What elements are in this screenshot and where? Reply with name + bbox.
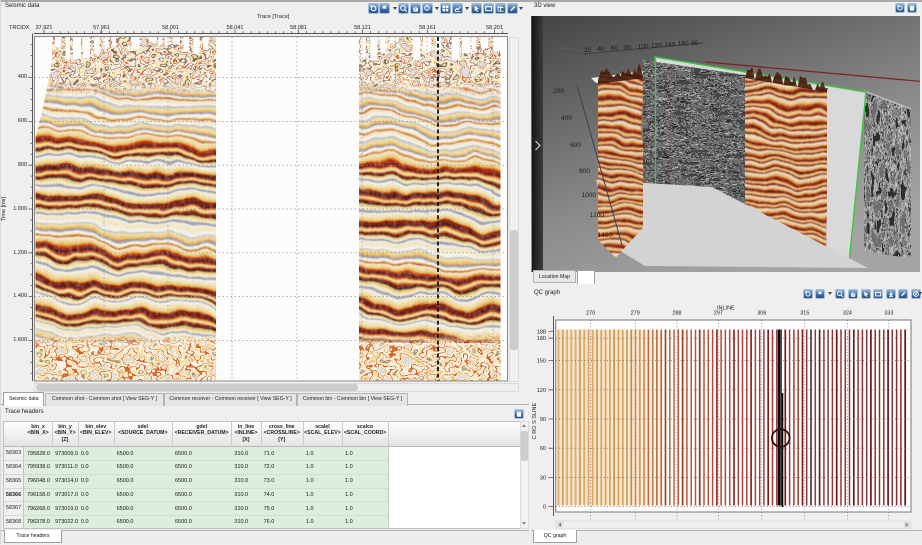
- svg-text:306: 306: [757, 311, 766, 317]
- svg-text:800: 800: [579, 168, 590, 175]
- svg-text:279: 279: [631, 311, 640, 317]
- svg-text:60: 60: [611, 45, 619, 52]
- svg-text:120: 120: [651, 43, 662, 50]
- svg-text:400: 400: [561, 115, 572, 122]
- svg-text:160: 160: [678, 41, 689, 48]
- svg-text:297: 297: [714, 311, 723, 317]
- svg-text:40: 40: [597, 46, 605, 53]
- svg-text:324: 324: [843, 311, 852, 317]
- svg-text:600: 600: [570, 142, 581, 149]
- svg-text:1400: 1400: [598, 232, 613, 239]
- svg-text:180: 180: [537, 336, 546, 342]
- svg-text:270: 270: [586, 311, 595, 317]
- svg-text:C RO S SLINE: C RO S SLINE: [532, 402, 538, 439]
- svg-text:80: 80: [624, 44, 632, 51]
- svg-text:60: 60: [540, 446, 546, 452]
- svg-text:1000: 1000: [582, 192, 597, 199]
- svg-text:80: 80: [691, 40, 699, 47]
- svg-text:120: 120: [537, 388, 546, 394]
- svg-text:188: 188: [537, 329, 546, 335]
- svg-text:140: 140: [664, 42, 675, 49]
- svg-text:150: 150: [537, 359, 546, 365]
- svg-text:333: 333: [884, 311, 893, 317]
- svg-text:100: 100: [638, 43, 649, 50]
- svg-text:0: 0: [543, 505, 546, 511]
- svg-text:90: 90: [540, 417, 546, 423]
- svg-text:30: 30: [540, 475, 546, 481]
- svg-text:20: 20: [584, 47, 592, 54]
- svg-text:200: 200: [553, 88, 564, 95]
- svg-text:288: 288: [672, 311, 681, 317]
- svg-text:1200: 1200: [590, 212, 605, 219]
- svg-text:315: 315: [800, 311, 809, 317]
